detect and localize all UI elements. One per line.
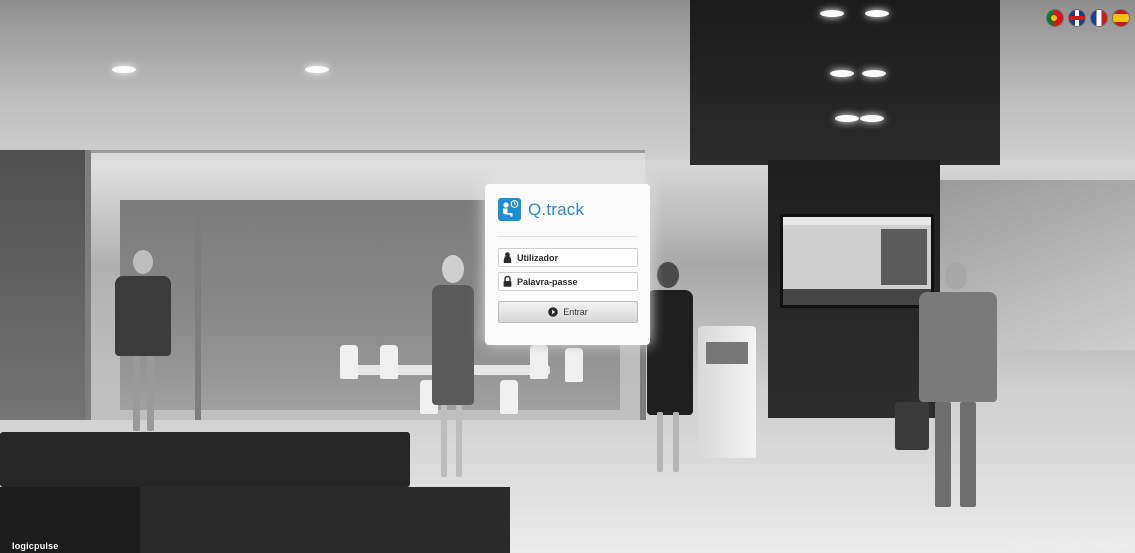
left-wall	[0, 150, 90, 440]
username-field[interactable]	[498, 248, 638, 267]
chair	[530, 345, 548, 379]
chair	[380, 345, 398, 379]
ceiling-light	[865, 10, 889, 17]
sofa	[0, 432, 410, 487]
chair	[500, 380, 518, 414]
ceiling-light	[305, 66, 329, 73]
glass-frame	[85, 150, 91, 435]
app-name: Q.track	[528, 199, 585, 219]
ceiling-light	[112, 66, 136, 73]
portugal-flag-icon[interactable]	[1047, 10, 1063, 26]
ticket-kiosk	[698, 326, 756, 458]
ceiling-light	[862, 70, 886, 77]
login-button-label: Entrar	[563, 307, 588, 317]
login-dialog: Q.track Entrar	[485, 184, 650, 345]
app-logo: Q.track	[498, 198, 584, 221]
ceiling-light	[835, 115, 859, 122]
ceiling-light	[860, 115, 884, 122]
lock-icon	[499, 273, 515, 290]
username-input[interactable]	[515, 250, 629, 265]
sofa	[140, 487, 510, 553]
password-field[interactable]	[498, 272, 638, 291]
queue-display-screen	[780, 214, 934, 308]
uk-flag-icon[interactable]	[1069, 10, 1085, 26]
ceiling-dark-panel	[690, 0, 1000, 165]
play-circle-icon	[548, 307, 559, 317]
chair	[340, 345, 358, 379]
login-button[interactable]: Entrar	[498, 301, 638, 323]
qtrack-logo-icon	[498, 198, 521, 221]
language-selector	[1047, 10, 1129, 26]
spain-flag-icon[interactable]	[1113, 10, 1129, 26]
ceiling-light	[830, 70, 854, 77]
ceiling-light	[820, 10, 844, 17]
user-icon	[499, 249, 515, 266]
france-flag-icon[interactable]	[1091, 10, 1107, 26]
version-text: Version: 5.5 - Logicpulse Technologies	[1009, 543, 1129, 550]
glass-frame	[195, 215, 201, 425]
chair	[565, 348, 583, 382]
footer-brand-logo: logicpulse	[12, 541, 59, 551]
password-input[interactable]	[515, 274, 629, 289]
divider	[497, 236, 637, 237]
